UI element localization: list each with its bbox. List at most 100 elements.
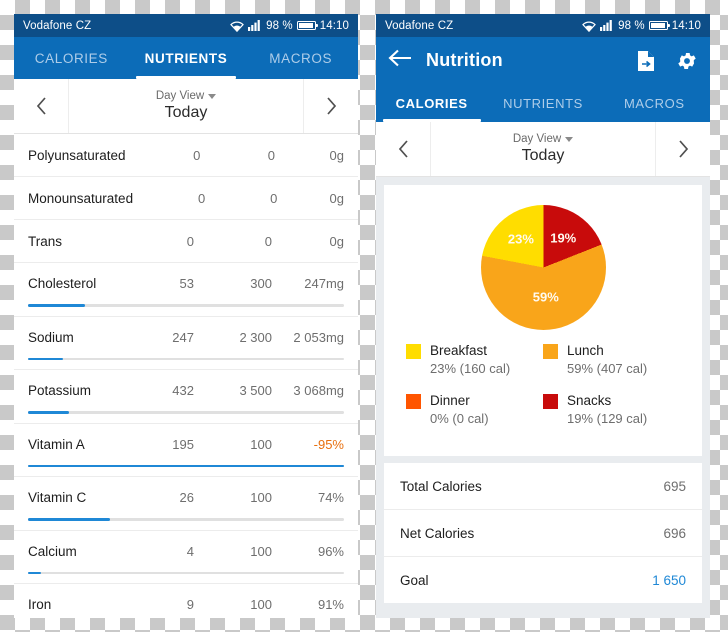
summary-label: Total Calories [400, 478, 482, 494]
nutrient-row[interactable]: Calcium 4 100 96% [14, 530, 358, 584]
summary-row[interactable]: Total Calories 695 [384, 463, 702, 511]
pie-chart-legend: Breakfast 23% (160 cal) Lunch 59% (407 cal)… [384, 332, 702, 446]
nutrient-progress-bar [28, 464, 344, 467]
nutrient-row[interactable]: Polyunsaturated 0 0 0g [14, 134, 358, 177]
nutrient-remaining-value: -95% [313, 436, 344, 452]
tab-nutrients[interactable]: NUTRIENTS [487, 84, 598, 122]
day-view-label: Day View [512, 132, 562, 145]
tab-label: NUTRIENTS [503, 95, 583, 111]
summary-row[interactable]: Net Calories 696 [384, 510, 702, 558]
legend-label: Lunch [567, 343, 604, 358]
nutrient-row[interactable]: Vitamin C 26 100 74% [14, 477, 358, 531]
phone-screenshot-right: Vodafone CZ 98 % 14:10 Nutrition CALORIE… [376, 14, 710, 618]
nutrient-name: Vitamin A [28, 436, 85, 452]
legend-color-swatch [543, 394, 558, 410]
chevron-left-icon [36, 97, 46, 115]
legend-text: Snacks 19% (129 cal) [567, 392, 647, 429]
day-view-selector[interactable]: Day View Today [69, 79, 303, 133]
tab-nutrients[interactable]: NUTRIENTS [129, 37, 244, 79]
nutrient-row[interactable]: Cholesterol 53 300 247mg [14, 263, 358, 317]
day-nav-right: Day View Today [376, 122, 710, 177]
nutrient-progress-fill [28, 571, 41, 574]
nutrient-progress-fill [28, 304, 85, 307]
nutrient-row-main: Vitamin A 195 100 -95% [28, 424, 344, 465]
nutrient-consumed-value: 0 [186, 233, 194, 249]
app-bar-top-row: Nutrition [376, 37, 710, 84]
nutrient-row-main: Vitamin C 26 100 74% [28, 477, 344, 518]
pie-slice-label: 59% [532, 289, 559, 305]
nutrient-list[interactable]: Polyunsaturated 0 0 0g Monounsaturated 0 0 0g Tr… [14, 134, 358, 618]
calorie-breakdown-card: 19% 59% 23% Breakfast 23% (160 cal) Lunch 59%… [384, 185, 702, 457]
nutrient-remaining-value: 91% [317, 597, 344, 612]
legend-label: Dinner [430, 393, 470, 409]
nutrient-goal-value: 0 [267, 147, 276, 163]
tab-calories[interactable]: CALORIES [14, 37, 129, 79]
previous-day-button[interactable] [376, 122, 431, 176]
nutrient-consumed-value: 0 [198, 190, 206, 206]
day-view-selector[interactable]: Day View Today [431, 122, 655, 176]
nutrient-remaining-value: 0g [329, 147, 344, 163]
summary-row[interactable]: Goal 1 650 [384, 557, 702, 603]
nutrient-row-main: Trans 0 0 0g [28, 220, 344, 262]
nutrient-remaining-value: 247mg [304, 276, 344, 291]
summary-value: 695 [663, 478, 686, 494]
nutrient-name: Iron [28, 597, 52, 612]
legend-item: Lunch 59% (407 cal) [543, 342, 680, 379]
nutrient-goal-value: 100 [250, 543, 272, 559]
legend-detail: 23% (160 cal) [430, 361, 511, 377]
next-day-button[interactable] [303, 79, 358, 133]
nutrient-row[interactable]: Iron 9 100 91% [14, 584, 358, 618]
summary-value[interactable]: 1 650 [652, 573, 686, 588]
nutrient-row-main: Potassium 432 3 500 3 068mg [28, 370, 344, 411]
nutrient-progress-bar [28, 304, 344, 307]
legend-color-swatch [406, 394, 421, 410]
nutrient-name: Vitamin C [28, 490, 87, 505]
nutrient-row[interactable]: Trans 0 0 0g [14, 220, 358, 263]
nutrient-row[interactable]: Vitamin A 195 100 -95% [14, 423, 358, 477]
chevron-right-icon [326, 97, 336, 115]
legend-color-swatch [543, 344, 558, 359]
nutrient-row[interactable]: Potassium 432 3 500 3 068mg [14, 370, 358, 424]
nutrient-progress-bar [28, 357, 344, 360]
legend-color-swatch [406, 344, 421, 359]
back-arrow-icon[interactable] [388, 48, 414, 74]
page-title: Nutrition [426, 50, 503, 70]
nutrient-progress-bar [28, 571, 344, 574]
tab-bar-left: CALORIES NUTRIENTS MACROS [14, 37, 358, 79]
chevron-right-icon [678, 140, 688, 158]
status-bar-icons: 98 % 14:10 [230, 20, 349, 32]
battery-icon [648, 21, 671, 30]
legend-label: Snacks [567, 393, 612, 409]
tab-macros[interactable]: MACROS [243, 37, 358, 79]
gear-icon[interactable] [676, 50, 698, 72]
tab-calories[interactable]: CALORIES [376, 84, 487, 122]
nutrient-consumed-value: 247 [172, 329, 194, 345]
tab-macros[interactable]: MACROS [599, 84, 710, 122]
nutrient-row[interactable]: Monounsaturated 0 0 0g [14, 177, 358, 220]
previous-day-button[interactable] [14, 79, 69, 133]
export-document-icon[interactable] [636, 50, 658, 72]
nutrient-goal-value: 100 [250, 490, 272, 505]
legend-text: Dinner 0% (0 cal) [430, 392, 489, 429]
nutrient-row[interactable]: Sodium 247 2 300 2 053mg [14, 316, 358, 370]
day-view-label: Day View [155, 89, 205, 102]
nutrient-remaining-value: 74% [317, 490, 344, 505]
day-nav-left: Day View Today [14, 79, 358, 134]
battery-percent-label: 98 % [618, 19, 645, 32]
wifi-icon [582, 20, 596, 32]
nutrient-name: Calcium [28, 543, 77, 559]
next-day-button[interactable] [655, 122, 710, 176]
nutrient-consumed-value: 0 [193, 147, 201, 163]
tab-label: CALORIES [34, 50, 108, 66]
status-bar-icons: 98 % 14:10 [582, 20, 701, 32]
calories-pie-chart: 19% 59% 23% [480, 205, 606, 330]
nutrient-row-main: Monounsaturated 0 0 0g [28, 177, 344, 219]
battery-percent-label: 98 % [266, 19, 293, 32]
nutrient-remaining-value: 2 053mg [293, 329, 344, 345]
nutrient-name: Sodium [28, 329, 74, 345]
battery-icon [296, 21, 319, 30]
nutrient-consumed-value: 26 [179, 490, 194, 505]
nutrient-consumed-value: 4 [186, 543, 194, 559]
nutrient-goal-value: 300 [250, 276, 272, 291]
status-bar-right: Vodafone CZ 98 % 14:10 [376, 14, 710, 37]
